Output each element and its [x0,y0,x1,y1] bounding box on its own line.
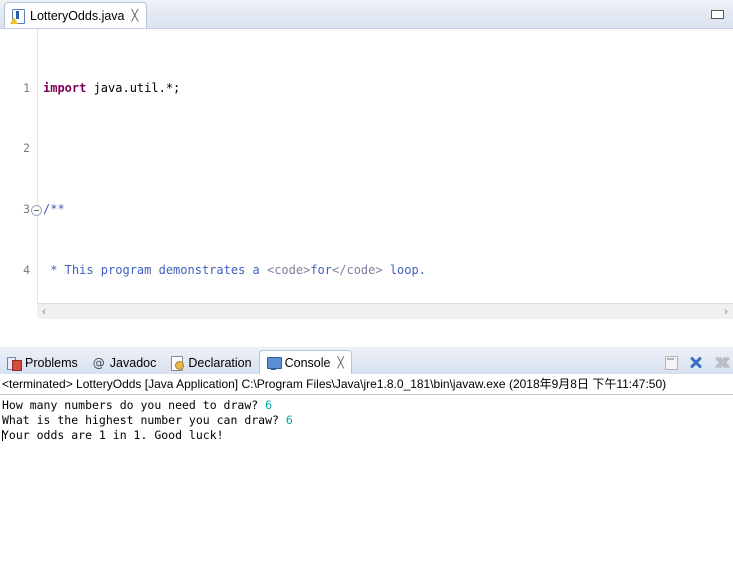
problems-icon [7,356,22,371]
close-icon[interactable]: ╳ [132,9,139,22]
tab-label: Javadoc [109,356,157,370]
code-line: 4 * This program demonstrates a <code>fo… [0,263,733,278]
tab-problems[interactable]: Problems [0,352,85,374]
tab-label: Console [284,356,331,370]
java-file-icon [10,8,25,24]
console-line: What is the highest number you can draw?… [0,413,733,428]
line-source: import java.util.*; [43,80,181,95]
line-number: 3 [23,202,30,217]
code-line: 3 /** [0,202,733,217]
scroll-left-icon[interactable]: ‹ [37,306,51,318]
terminate-icon[interactable] [688,354,704,370]
editor-tab-lotteryodds[interactable]: LotteryOdds.java ╳ [4,2,148,28]
console-result: Your odds are 1 in 1. Good luck! [2,428,224,442]
clear-console-icon[interactable] [663,354,679,370]
code-viewport[interactable]: 1 import java.util.*; 2 3 /** 4 * This pro… [0,29,733,319]
console-user-input: 6 [285,413,293,427]
editor-horizontal-scrollbar[interactable]: ‹ › [37,303,733,319]
remove-all-terminated-icon[interactable] [713,354,729,370]
close-icon[interactable]: ╳ [337,357,343,369]
console-toolbar [663,354,729,370]
console-icon [266,356,282,370]
console-line: How many numbers do you need to draw? 6 [0,398,733,413]
console-panel: Problems @ Javadoc Declaration Console ╳… [0,347,733,585]
java-editor: LotteryOdds.java ╳ 1 import java.util.*; … [0,0,733,347]
fold-toggle-icon[interactable] [31,205,42,217]
line-source: * This program demonstrates a <code>for<… [43,263,426,277]
declaration-icon [170,356,185,371]
code-line: 2 [0,141,733,156]
tab-javadoc[interactable]: @ Javadoc [85,352,164,374]
tab-label: Declaration [188,356,252,370]
line-source: /** [43,202,65,217]
code-line: 1 import java.util.*; [0,81,733,96]
javadoc-icon: @ [92,356,105,370]
line-number: 4 [23,263,30,277]
tab-declaration[interactable]: Declaration [163,352,258,374]
tab-label: Problems [25,356,78,370]
editor-tab-bar: LotteryOdds.java ╳ [0,0,733,29]
console-user-input: 6 [265,398,273,412]
console-tab-bar: Problems @ Javadoc Declaration Console ╳ [0,347,733,375]
source-code[interactable]: 1 import java.util.*; 2 3 /** 4 * This pro… [0,29,733,319]
editor-tab-label: LotteryOdds.java [30,8,125,23]
console-prompt: What is the highest number you can draw? [2,413,286,427]
console-line: Your odds are 1 in 1. Good luck! [0,428,733,443]
console-terminated-line: <terminated> LotteryOdds [Java Applicati… [0,376,733,395]
console-prompt: How many numbers do you need to draw? [2,398,266,412]
line-number: 2 [23,141,30,156]
scroll-right-icon[interactable]: › [719,306,733,318]
minimize-icon[interactable] [709,8,725,21]
line-number: 1 [23,80,30,95]
console-output[interactable]: <terminated> LotteryOdds [Java Applicati… [0,374,733,585]
tab-console[interactable]: Console ╳ [258,350,352,375]
